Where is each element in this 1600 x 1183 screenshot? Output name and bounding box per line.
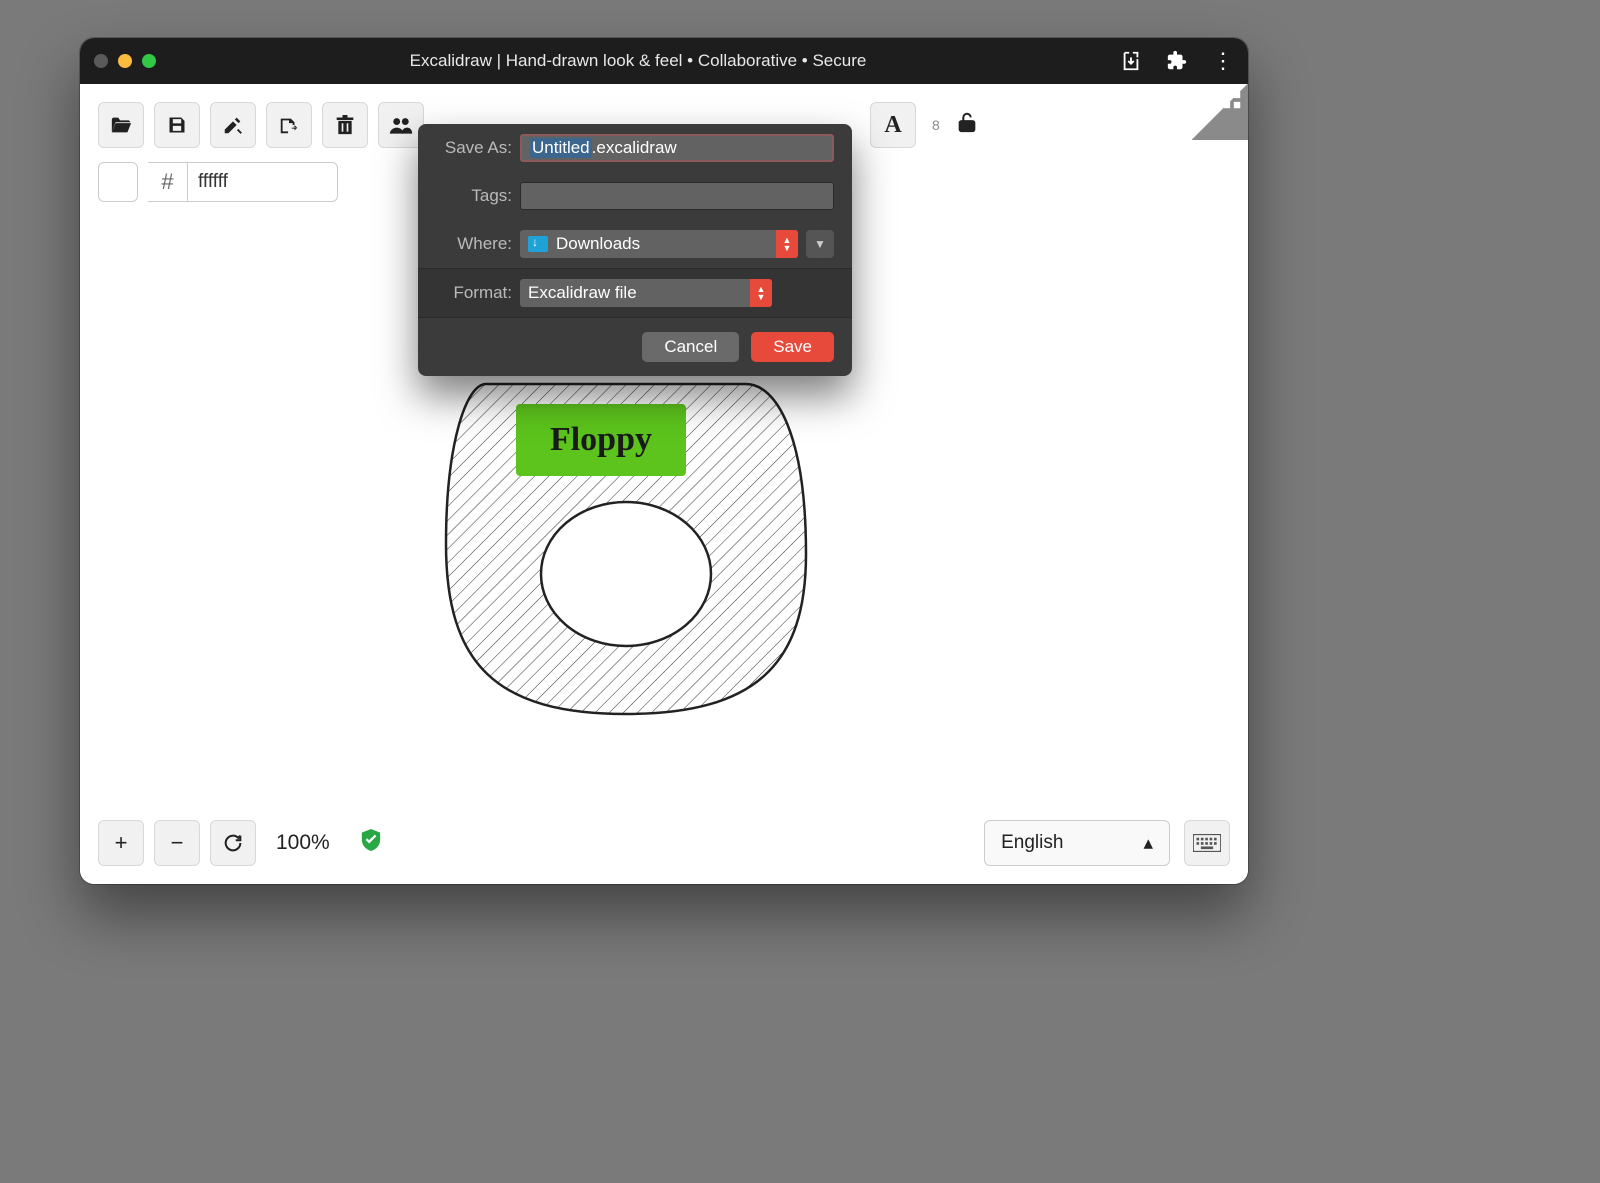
window-title: Excalidraw | Hand-drawn look & feel • Co… [166, 51, 1110, 71]
window-controls [94, 54, 156, 68]
downloads-folder-icon [528, 236, 548, 252]
hex-hash-label: # [148, 162, 188, 202]
language-select[interactable]: English ▴ [984, 820, 1170, 866]
tool-shortcut-badge: 8 [932, 117, 940, 133]
tags-label: Tags: [436, 186, 520, 206]
titlebar: Excalidraw | Hand-drawn look & feel • Co… [80, 38, 1248, 84]
hex-input[interactable]: ffffff [188, 162, 338, 202]
filename-extension: .excalidraw [592, 138, 677, 158]
dialog-actions: Cancel Save [418, 318, 852, 376]
save-confirm-button[interactable]: Save [751, 332, 834, 362]
format-label: Format: [436, 283, 520, 303]
select-stepper-icon: ▲▼ [776, 230, 798, 258]
filename-selected: Untitled [530, 138, 592, 158]
bottom-right-controls: English ▴ [984, 820, 1230, 866]
text-tool-button[interactable]: A [870, 102, 916, 148]
file-toolbar [98, 102, 424, 148]
clear-canvas-button[interactable] [322, 102, 368, 148]
export-button[interactable] [266, 102, 312, 148]
install-pwa-icon[interactable] [1120, 50, 1142, 72]
save-button[interactable] [154, 102, 200, 148]
tool-indicator: A 8 [870, 102, 978, 148]
where-value: Downloads [556, 234, 640, 254]
open-button[interactable] [98, 102, 144, 148]
app-body: A 8 # ffffff [80, 84, 1248, 884]
zoom-controls: + − 100% [98, 820, 382, 866]
browser-window: Excalidraw | Hand-drawn look & feel • Co… [80, 38, 1248, 884]
filename-input[interactable]: Untitled.excalidraw [520, 134, 834, 162]
kebab-menu-icon[interactable]: ⋮ [1212, 50, 1234, 72]
save-as-button[interactable] [210, 102, 256, 148]
minimize-window-dot[interactable] [118, 54, 132, 68]
maximize-window-dot[interactable] [142, 54, 156, 68]
library-corner-tab[interactable] [1192, 84, 1248, 140]
cancel-button[interactable]: Cancel [642, 332, 739, 362]
zoom-reset-button[interactable] [210, 820, 256, 866]
select-stepper-icon: ▲▼ [750, 279, 772, 307]
lock-toggle[interactable] [956, 111, 978, 139]
zoom-percent: 100% [276, 831, 330, 855]
save-dialog: Save As: Untitled.excalidraw Tags: Where… [418, 124, 852, 376]
drawing-label: Floppy [516, 404, 686, 476]
canvas-background-row: # ffffff [98, 162, 338, 202]
format-value: Excalidraw file [528, 283, 637, 303]
dropdown-caret-icon: ▴ [1143, 832, 1153, 855]
save-as-label: Save As: [436, 138, 520, 158]
expand-dialog-button[interactable]: ▼ [806, 230, 834, 258]
virtual-keyboard-button[interactable] [1184, 820, 1230, 866]
extensions-icon[interactable] [1166, 50, 1188, 72]
canvas-drawing: Floppy [426, 344, 826, 744]
zoom-in-button[interactable]: + [98, 820, 144, 866]
where-select[interactable]: Downloads ▲▼ [520, 230, 798, 258]
close-window-dot[interactable] [94, 54, 108, 68]
language-label: English [1001, 832, 1063, 854]
tags-input[interactable] [520, 182, 834, 210]
format-select[interactable]: Excalidraw file ▲▼ [520, 279, 772, 307]
color-swatch[interactable] [98, 162, 138, 202]
zoom-out-button[interactable]: − [154, 820, 200, 866]
where-label: Where: [436, 234, 520, 254]
encryption-shield-icon[interactable] [360, 828, 382, 858]
